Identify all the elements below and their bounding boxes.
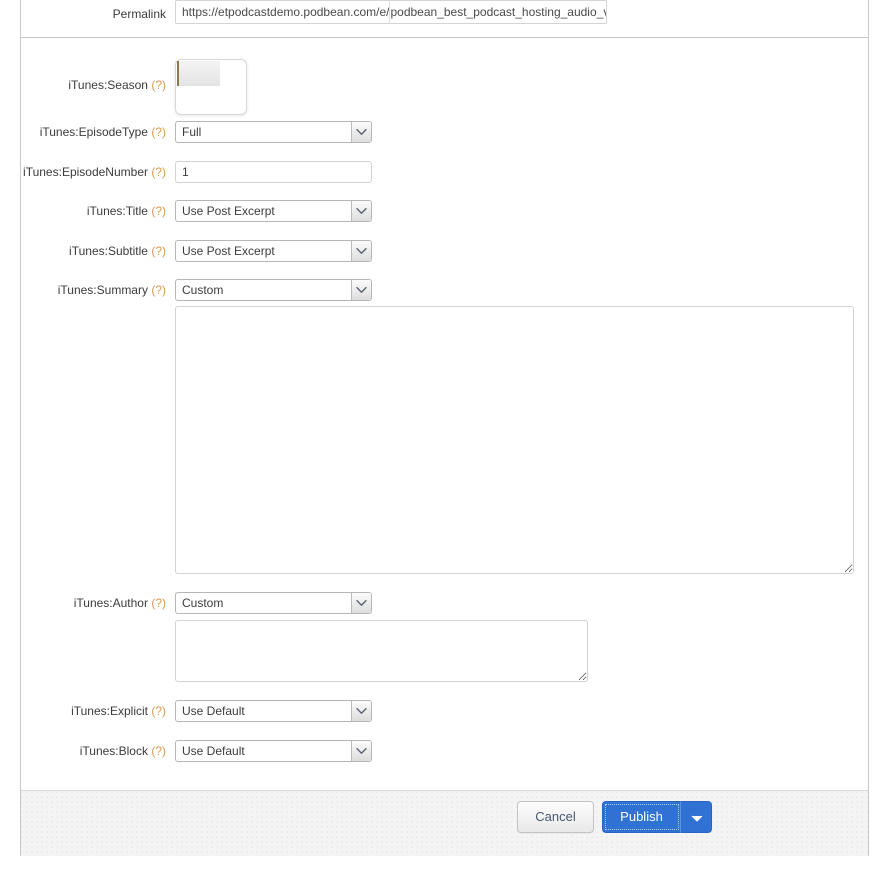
season-option-highlighted[interactable]: [177, 61, 220, 86]
permalink-label: Permalink: [21, 5, 166, 23]
field-row-episode-type: iTunes:EpisodeType (?) Full: [21, 121, 868, 161]
summary-value: Custom: [182, 280, 349, 300]
help-icon-title[interactable]: (?): [151, 204, 166, 218]
help-icon-summary[interactable]: (?): [151, 283, 166, 297]
field-row-explicit: iTunes:Explicit (?) Use Default: [21, 700, 868, 740]
field-row-author-text: [21, 620, 868, 688]
permalink-input[interactable]: https://etpodcastdemo.podbean.com/e/podb…: [175, 0, 607, 24]
publish-button[interactable]: Publish: [602, 801, 680, 833]
block-select[interactable]: Use Default: [175, 740, 372, 762]
label-text-subtitle: iTunes:Subtitle: [69, 244, 148, 258]
label-itunes-author: iTunes:Author (?): [21, 595, 166, 611]
help-icon-explicit[interactable]: (?): [151, 704, 166, 718]
label-text-explicit: iTunes:Explicit: [71, 704, 148, 718]
permalink-row: Permalink https://etpodcastdemo.podbean.…: [21, 0, 868, 38]
publish-dropdown-toggle[interactable]: [680, 801, 712, 833]
label-itunes-block: iTunes:Block (?): [21, 743, 166, 759]
chevron-down-icon: [691, 815, 703, 822]
help-icon-episodetype[interactable]: (?): [151, 125, 166, 139]
chevron-down-icon[interactable]: [351, 741, 371, 761]
control-block: Use Default: [175, 740, 372, 762]
chevron-down-icon[interactable]: [351, 122, 371, 142]
control-season: [175, 59, 247, 115]
chevron-down-icon[interactable]: [351, 593, 371, 613]
chevron-down-icon[interactable]: [351, 201, 371, 221]
episode-type-value: Full: [182, 122, 349, 142]
label-itunes-season: iTunes:Season (?): [21, 77, 166, 93]
label-itunes-episodenumber: iTunes:EpisodeNumber (?): [21, 164, 166, 180]
explicit-select[interactable]: Use Default: [175, 700, 372, 722]
summary-textarea[interactable]: [175, 306, 854, 574]
label-text-episodetype: iTunes:EpisodeType: [40, 125, 148, 139]
label-text-summary: iTunes:Summary: [58, 283, 148, 297]
label-itunes-explicit: iTunes:Explicit (?): [21, 703, 166, 719]
label-text-season: iTunes:Season: [68, 78, 148, 92]
field-row-episode-number: iTunes:EpisodeNumber (?): [21, 161, 868, 201]
label-text-block: iTunes:Block: [80, 744, 148, 758]
label-itunes-title: iTunes:Title (?): [21, 203, 166, 219]
author-select[interactable]: Custom: [175, 592, 372, 614]
author-textarea[interactable]: [175, 620, 588, 682]
subtitle-value: Use Post Excerpt: [182, 241, 349, 261]
help-icon-season[interactable]: (?): [151, 78, 166, 92]
label-itunes-summary: iTunes:Summary (?): [21, 282, 166, 298]
control-episode-number: [175, 161, 372, 183]
help-icon-block[interactable]: (?): [151, 744, 166, 758]
field-row-title: iTunes:Title (?) Use Post Excerpt: [21, 200, 868, 240]
label-text-title: iTunes:Title: [87, 204, 148, 218]
block-value: Use Default: [182, 741, 349, 761]
itunes-settings-form: iTunes:Season (?) iTunes:EpisodeType (?)…: [21, 39, 868, 790]
summary-select[interactable]: Custom: [175, 279, 372, 301]
chevron-down-icon[interactable]: [351, 280, 371, 300]
label-text-author: iTunes:Author: [74, 596, 148, 610]
control-subtitle: Use Post Excerpt: [175, 240, 372, 262]
publish-button-group: Publish: [602, 801, 712, 833]
episode-type-select[interactable]: Full: [175, 121, 372, 143]
season-dropdown-open[interactable]: [175, 59, 247, 115]
control-summary: Custom: [175, 279, 372, 301]
explicit-value: Use Default: [182, 701, 349, 721]
control-author-textarea: [175, 620, 588, 682]
episode-settings-panel: Permalink https://etpodcastdemo.podbean.…: [20, 0, 869, 856]
episode-number-input[interactable]: [175, 161, 372, 183]
help-icon-author[interactable]: (?): [151, 596, 166, 610]
chevron-down-icon[interactable]: [351, 241, 371, 261]
cancel-button[interactable]: Cancel: [517, 801, 594, 833]
label-text-episodenumber: iTunes:EpisodeNumber: [23, 165, 148, 179]
subtitle-select[interactable]: Use Post Excerpt: [175, 240, 372, 262]
permalink-slug[interactable]: podbean_best_podcast_hosting_audio_video…: [389, 1, 607, 23]
title-value: Use Post Excerpt: [182, 201, 349, 221]
help-icon-episodenumber[interactable]: (?): [151, 165, 166, 179]
field-row-season: iTunes:Season (?): [21, 59, 868, 121]
field-row-block: iTunes:Block (?) Use Default: [21, 740, 868, 780]
chevron-down-icon[interactable]: [351, 701, 371, 721]
control-title: Use Post Excerpt: [175, 200, 372, 222]
help-icon-subtitle[interactable]: (?): [151, 244, 166, 258]
title-select[interactable]: Use Post Excerpt: [175, 200, 372, 222]
control-summary-textarea: [175, 306, 854, 574]
field-row-subtitle: iTunes:Subtitle (?) Use Post Excerpt: [21, 240, 868, 280]
permalink-base-url: https://etpodcastdemo.podbean.com/e/: [176, 1, 389, 23]
field-row-summary-text: [21, 306, 868, 576]
control-author: Custom: [175, 592, 372, 614]
label-itunes-episodetype: iTunes:EpisodeType (?): [21, 124, 166, 140]
author-value: Custom: [182, 593, 349, 613]
control-episode-type: Full: [175, 121, 372, 143]
control-explicit: Use Default: [175, 700, 372, 722]
form-footer: Cancel Publish: [21, 790, 868, 856]
label-itunes-subtitle: iTunes:Subtitle (?): [21, 243, 166, 259]
